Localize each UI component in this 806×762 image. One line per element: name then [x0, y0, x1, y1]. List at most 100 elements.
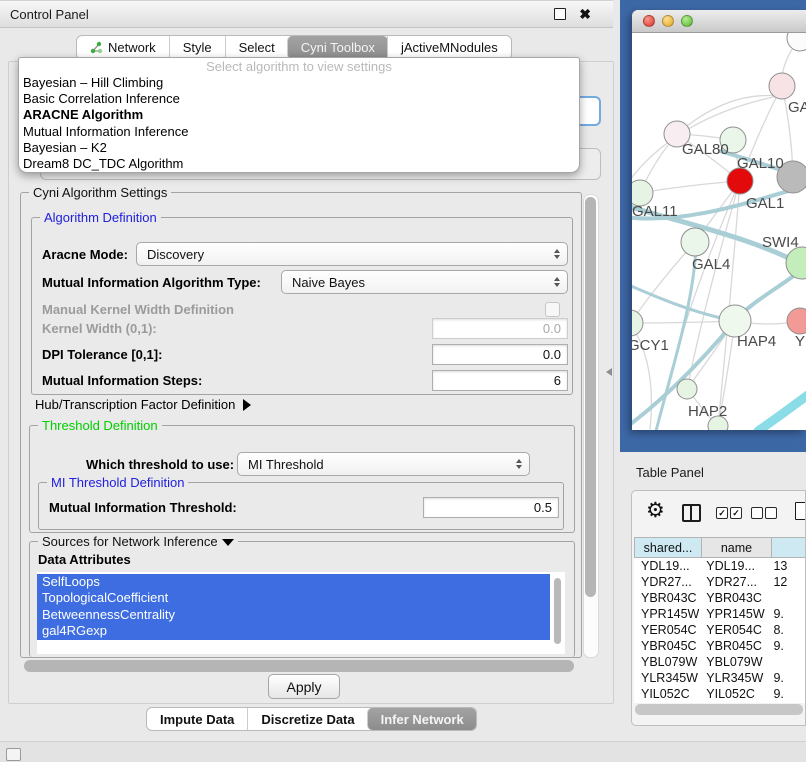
columns-icon[interactable]: [682, 504, 701, 522]
attribute-item[interactable]: gal4RGexp: [37, 623, 550, 639]
network-window-titlebar[interactable]: [632, 10, 806, 33]
network-edge[interactable]: [632, 242, 695, 323]
algorithm-option[interactable]: Bayesian – K2: [19, 140, 579, 156]
mi-type-combo[interactable]: Naive Bayes: [281, 270, 568, 294]
kernel-width-field[interactable]: 0.0: [432, 318, 568, 339]
column-header[interactable]: name: [702, 537, 772, 558]
float-window-icon[interactable]: [554, 8, 566, 20]
algorithm-dropdown-items: Bayesian – Hill ClimbingBasic Correlatio…: [19, 75, 579, 172]
network-canvas[interactable]: GALGAL80GAL10GAL1GAL11GAL4SWI4GCY1HAP4YH…: [632, 33, 806, 430]
zoom-traffic-light-icon[interactable]: [681, 15, 693, 27]
network-node[interactable]: [787, 33, 806, 51]
cytoscape-desktop: Control Panel ✖ NetworkStyleSelectCyni T…: [0, 0, 806, 762]
mi-threshold-definition-title: MI Threshold Definition: [47, 475, 188, 490]
table-cell: YER054C: [634, 623, 699, 637]
status-bar: [0, 741, 806, 762]
tab-infer-network[interactable]: Infer Network: [367, 708, 477, 730]
table-cell: YLR345W: [634, 671, 699, 685]
sources-group-title[interactable]: Sources for Network Inference: [38, 534, 238, 549]
mi-threshold-field[interactable]: 0.5: [423, 497, 559, 518]
tab-label: Style: [183, 40, 212, 55]
table-cell: YDR27...: [634, 575, 699, 589]
table-row[interactable]: YBL079WYBL079W: [634, 654, 805, 670]
threshold-definition-title: Threshold Definition: [38, 418, 162, 433]
table-row[interactable]: YBR045CYBR045C9.: [634, 638, 805, 654]
algorithm-option[interactable]: Basic Correlation Inference: [19, 91, 579, 107]
node-label: GAL: [788, 99, 806, 116]
hub-factor-section-toggle[interactable]: Hub/Transcription Factor Definition: [35, 397, 251, 412]
dpi-tolerance-field[interactable]: 0.0: [432, 344, 568, 365]
tab-select[interactable]: Select: [225, 36, 288, 59]
attribute-item[interactable]: TopologicalCoefficient: [37, 590, 550, 606]
tab-label: jActiveMNodules: [401, 40, 498, 55]
tab-cyni-toolbox[interactable]: Cyni Toolbox: [287, 36, 388, 59]
apply-button[interactable]: Apply: [268, 674, 340, 699]
tab-label: Discretize Data: [261, 712, 354, 727]
network-edge[interactable]: [640, 181, 740, 193]
network-node-gcy1[interactable]: [632, 310, 643, 336]
settings-horizontal-scrollbar-thumb[interactable]: [24, 660, 574, 672]
table-row[interactable]: YER054CYER054C8.: [634, 622, 805, 638]
list-scrollbar-thumb[interactable]: [554, 578, 561, 644]
network-node-gal[interactable]: [769, 73, 795, 99]
minimized-panel-icon[interactable]: [6, 748, 21, 761]
network-node-hap2[interactable]: [677, 379, 697, 399]
column-header[interactable]: [772, 537, 806, 558]
unchecked-checkbox-icon[interactable]: [751, 507, 763, 519]
new-table-icon[interactable]: [795, 502, 806, 520]
column-header[interactable]: shared...: [634, 537, 702, 558]
close-window-icon[interactable]: ✖: [579, 9, 591, 19]
splitpane-collapse-icon[interactable]: [606, 368, 612, 376]
attribute-item[interactable]: BetweennessCentrality: [37, 607, 550, 623]
table-row[interactable]: YPR145WYPR145W9.: [634, 606, 805, 622]
tab-discretize-data[interactable]: Discretize Data: [247, 708, 367, 730]
settings-vertical-scrollbar-thumb[interactable]: [585, 197, 596, 597]
table-row[interactable]: YLR345WYLR345W9.: [634, 670, 805, 686]
network-edge[interactable]: [758, 389, 806, 430]
collapse-arrow-icon: [222, 539, 234, 546]
table-cell: YIL052C: [699, 687, 766, 701]
manual-kernel-checkbox[interactable]: [545, 302, 560, 317]
which-threshold-combo[interactable]: MI Threshold: [237, 452, 530, 476]
table-row[interactable]: YIL052CYIL052C9.: [634, 686, 805, 702]
mi-steps-field[interactable]: 6: [432, 370, 568, 391]
dpi-tolerance-label: DPI Tolerance [0,1]:: [42, 347, 162, 362]
algorithm-option[interactable]: Dream8 DC_TDC Algorithm: [19, 156, 579, 172]
tab-label: Infer Network: [381, 712, 464, 727]
tab-style[interactable]: Style: [169, 36, 225, 59]
tab-label: Select: [239, 40, 275, 55]
algorithm-option[interactable]: Mutual Information Inference: [19, 124, 579, 140]
sources-title-text: Sources for Network Inference: [42, 534, 218, 549]
network-graph[interactable]: GALGAL80GAL10GAL1GAL11GAL4SWI4GCY1HAP4YH…: [632, 33, 806, 430]
mi-threshold-label: Mutual Information Threshold:: [49, 500, 237, 515]
tab-network[interactable]: Network: [77, 36, 169, 59]
tab-jactivemnodules[interactable]: jActiveMNodules: [387, 36, 511, 59]
table-cell: YDL19...: [634, 559, 699, 573]
network-node-swi4[interactable]: [786, 247, 806, 279]
minimize-traffic-light-icon[interactable]: [662, 15, 674, 27]
table-row[interactable]: YDL19...YDL19...13: [634, 558, 805, 574]
checked-checkbox-icon[interactable]: ✓: [730, 507, 742, 519]
aracne-mode-combo[interactable]: Discovery: [136, 242, 568, 266]
table-cell: 9.: [766, 687, 805, 701]
table-rows: YDL19...YDL19...13YDR27...YDR27...12YBR0…: [634, 558, 805, 703]
network-node-y[interactable]: [787, 308, 806, 334]
table-row[interactable]: YBR043CYBR043C: [634, 590, 805, 606]
table-horizontal-scrollbar-thumb[interactable]: [635, 704, 803, 715]
algorithm-option[interactable]: Bayesian – Hill Climbing: [19, 75, 579, 91]
network-node-gal4[interactable]: [681, 228, 709, 256]
attribute-item[interactable]: SelfLoops: [37, 574, 550, 590]
expand-arrow-icon: [243, 399, 251, 411]
hub-factor-label: Hub/Transcription Factor Definition: [35, 397, 235, 412]
checked-checkbox-icon[interactable]: ✓: [716, 507, 728, 519]
algorithm-option[interactable]: ARACNE Algorithm: [19, 107, 579, 123]
table-toolbar: ⚙ ✓ ✓: [632, 491, 805, 537]
node-label: GCY1: [632, 337, 669, 354]
unchecked-checkbox-icon[interactable]: [765, 507, 777, 519]
settings-gear-icon[interactable]: ⚙: [646, 498, 665, 523]
table-row[interactable]: YDR27...YDR27...12: [634, 574, 805, 590]
tab-impute-data[interactable]: Impute Data: [147, 708, 247, 730]
close-traffic-light-icon[interactable]: [643, 15, 655, 27]
data-attributes-list[interactable]: SelfLoopsTopologicalCoefficientBetweenne…: [37, 572, 565, 654]
algorithm-definition-group: Algorithm Definition Aracne Mode: Discov…: [31, 217, 573, 395]
